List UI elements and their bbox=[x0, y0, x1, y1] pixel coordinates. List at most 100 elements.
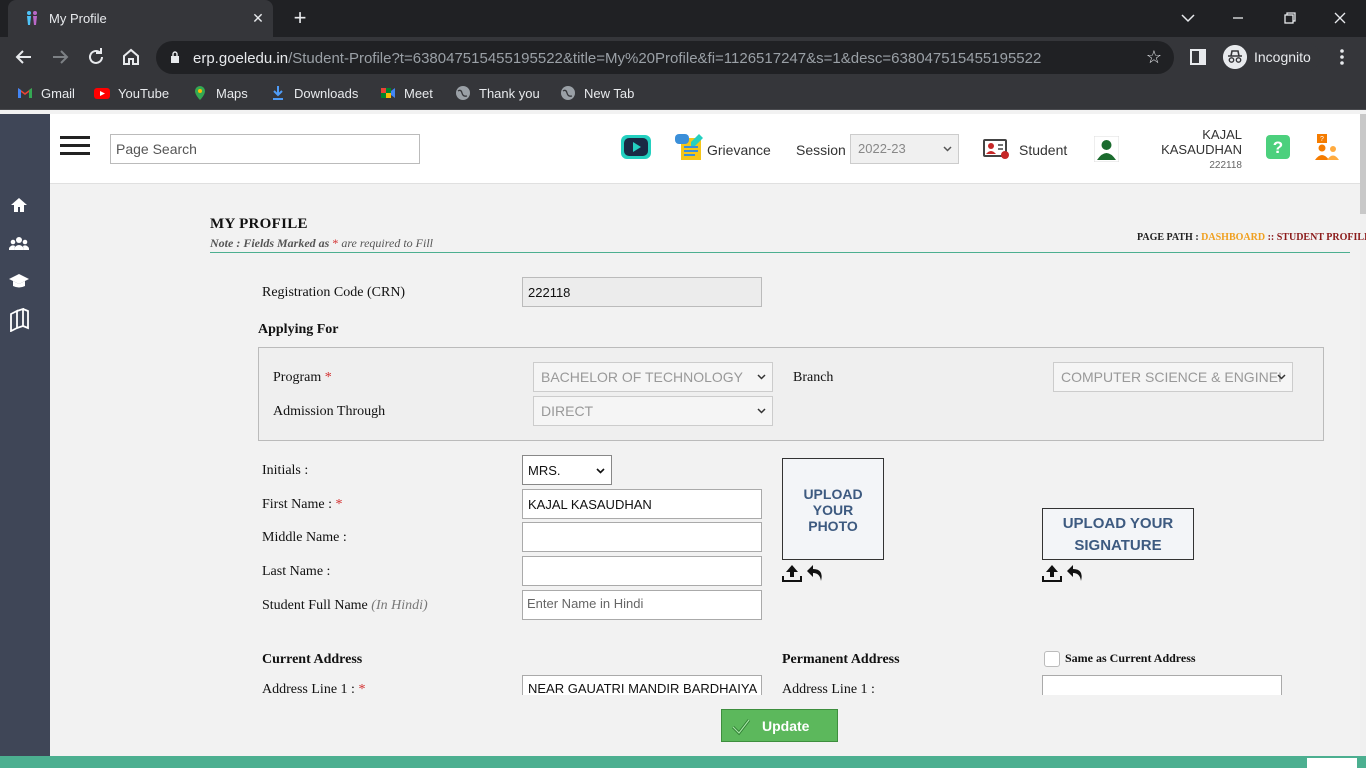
hindi-name-text-input[interactable] bbox=[527, 596, 757, 611]
footer-bar bbox=[0, 756, 1366, 768]
last-name-input[interactable] bbox=[522, 556, 762, 586]
help-icon[interactable]: ? bbox=[1266, 135, 1290, 159]
upload-photo-box[interactable]: UPLOAD YOUR PHOTO bbox=[782, 458, 884, 560]
restore-icon[interactable] bbox=[1278, 6, 1302, 30]
initials-label: Initials : bbox=[262, 463, 309, 478]
chevron-down-icon bbox=[943, 146, 952, 152]
bookmark-downloads[interactable]: Downloads bbox=[270, 85, 358, 101]
address-line1-label: Address Line 1 : * bbox=[262, 682, 365, 698]
profile-content: MY PROFILE Note : Fields Marked as * are… bbox=[50, 185, 1366, 756]
tab-close-icon[interactable]: ✕ bbox=[248, 8, 268, 28]
upload-icon[interactable] bbox=[782, 563, 802, 583]
address-line1-value: NEAR GAUATRI MANDIR BARDHAIYA bbox=[528, 681, 758, 695]
svg-text:?: ? bbox=[1273, 138, 1283, 157]
admission-through-select[interactable]: DIRECT bbox=[533, 396, 773, 426]
download-icon bbox=[273, 86, 283, 100]
program-select[interactable]: BACHELOR OF TECHNOLOGY bbox=[533, 362, 773, 392]
reload-icon[interactable] bbox=[84, 45, 108, 69]
back-icon[interactable] bbox=[12, 45, 36, 69]
page-scrollbar[interactable] bbox=[1360, 114, 1366, 768]
session-select[interactable]: 2022-23 bbox=[850, 134, 959, 164]
bookmark-gmail[interactable]: Gmail bbox=[17, 85, 75, 101]
current-address-heading: Current Address bbox=[262, 652, 363, 667]
undo-icon[interactable] bbox=[1065, 563, 1085, 583]
chevron-down-icon bbox=[757, 408, 766, 414]
hindi-name-label-text: Student Full Name bbox=[262, 598, 368, 613]
app-header: Grievance Session 2022-23 Student KAJAL … bbox=[50, 114, 1360, 184]
applying-for-heading: Applying For bbox=[258, 322, 339, 337]
side-panel-icon[interactable] bbox=[1186, 45, 1210, 69]
grievance-link[interactable]: Grievance bbox=[707, 142, 771, 158]
upload-icon[interactable] bbox=[1042, 563, 1062, 583]
books-icon[interactable] bbox=[9, 308, 29, 332]
user-name: KAJAL KASAUDHAN bbox=[1161, 127, 1242, 157]
required-star: * bbox=[358, 682, 366, 697]
middle-name-input[interactable] bbox=[522, 522, 762, 552]
update-button[interactable]: Update bbox=[721, 709, 838, 742]
first-name-label-text: First Name : bbox=[262, 497, 332, 512]
last-name-label: Last Name : bbox=[262, 564, 331, 579]
breadcrumb: PAGE PATH : DASHBOARD :: STUDENT PROFILE bbox=[1137, 232, 1366, 243]
bookmark-youtube[interactable]: YouTube bbox=[94, 85, 169, 101]
hindi-name-input[interactable] bbox=[522, 590, 762, 620]
browser-menu-icon[interactable] bbox=[1330, 45, 1354, 69]
new-tab-icon[interactable]: + bbox=[288, 6, 312, 30]
grievance-icon[interactable] bbox=[673, 132, 705, 162]
page-search-input[interactable] bbox=[110, 134, 420, 164]
same-as-current-checkbox[interactable] bbox=[1044, 651, 1060, 667]
menu-hamburger-icon[interactable] bbox=[60, 136, 90, 160]
incognito-indicator[interactable]: Incognito bbox=[1220, 42, 1320, 72]
home-icon[interactable] bbox=[119, 45, 143, 69]
video-play-icon[interactable] bbox=[620, 133, 652, 161]
upload-signature-line: SIGNATURE bbox=[1074, 537, 1162, 554]
upload-signature-box[interactable]: UPLOAD YOUR SIGNATURE bbox=[1042, 508, 1194, 560]
bookmark-meet[interactable]: Meet bbox=[380, 85, 433, 101]
title-divider bbox=[210, 252, 1350, 253]
lock-icon[interactable] bbox=[170, 51, 180, 63]
browser-tab[interactable]: My Profile ✕ bbox=[8, 0, 273, 37]
bookmark-new-tab[interactable]: New Tab bbox=[560, 85, 634, 101]
users-icon[interactable] bbox=[9, 234, 29, 254]
globe-icon bbox=[561, 86, 575, 100]
bookmark-thank-you[interactable]: Thank you bbox=[455, 85, 540, 101]
user-avatar-icon[interactable] bbox=[1094, 136, 1119, 162]
undo-icon[interactable] bbox=[805, 563, 825, 583]
branch-select[interactable]: COMPUTER SCIENCE & ENGINEI bbox=[1053, 362, 1293, 392]
graduation-cap-icon[interactable] bbox=[9, 271, 29, 291]
forward-icon[interactable] bbox=[48, 45, 72, 69]
checkmark-icon bbox=[731, 719, 751, 736]
user-code: 222118 bbox=[1209, 160, 1242, 171]
first-name-input[interactable]: KAJAL KASAUDHAN bbox=[522, 489, 762, 519]
address-line1-input[interactable]: NEAR GAUATRI MANDIR BARDHAIYA bbox=[522, 675, 762, 695]
browser-toolbar: erp.goeledu.in/Student-Profile?t=6380475… bbox=[0, 37, 1366, 77]
bookmark-label: Gmail bbox=[41, 86, 75, 101]
perm-address-line1-input[interactable] bbox=[1042, 675, 1282, 695]
url-host: erp.goeledu.in bbox=[193, 50, 289, 67]
bookmark-label: Maps bbox=[216, 86, 248, 101]
bookmark-star-icon[interactable]: ☆ bbox=[1146, 47, 1162, 68]
breadcrumb-label: PAGE PATH : bbox=[1137, 232, 1199, 243]
footer-corner bbox=[1307, 758, 1357, 768]
home-icon[interactable] bbox=[9, 195, 29, 215]
minimize-icon[interactable] bbox=[1226, 6, 1250, 30]
bookmark-maps[interactable]: Maps bbox=[192, 85, 248, 101]
role-label: Student bbox=[1019, 142, 1068, 158]
url-text[interactable]: erp.goeledu.in/Student-Profile?t=6380475… bbox=[193, 50, 1041, 67]
chevron-down-icon bbox=[596, 468, 605, 474]
breadcrumb-dashboard[interactable]: DASHBOARD bbox=[1201, 232, 1265, 243]
perm-address-line1-label: Address Line 1 : bbox=[782, 682, 875, 697]
program-label-text: Program bbox=[273, 370, 322, 385]
tab-search-chevron-icon[interactable] bbox=[1176, 6, 1200, 30]
student-card-icon[interactable] bbox=[982, 135, 1010, 161]
address-line1-label-text: Address Line 1 : bbox=[262, 682, 355, 697]
crn-label: Registration Code (CRN) bbox=[262, 285, 406, 300]
crn-field[interactable]: 222118 bbox=[522, 277, 762, 307]
close-window-icon[interactable] bbox=[1328, 6, 1352, 30]
middle-name-label: Middle Name : bbox=[262, 530, 347, 545]
chevron-down-icon bbox=[1277, 374, 1286, 380]
initials-select[interactable]: MRS. bbox=[522, 455, 612, 485]
address-bar[interactable]: erp.goeledu.in/Student-Profile?t=6380475… bbox=[156, 41, 1174, 74]
support-users-icon[interactable]: ? bbox=[1313, 134, 1341, 160]
scrollbar-thumb[interactable] bbox=[1360, 114, 1366, 214]
breadcrumb-current: STUDENT PROFILE bbox=[1276, 232, 1366, 243]
